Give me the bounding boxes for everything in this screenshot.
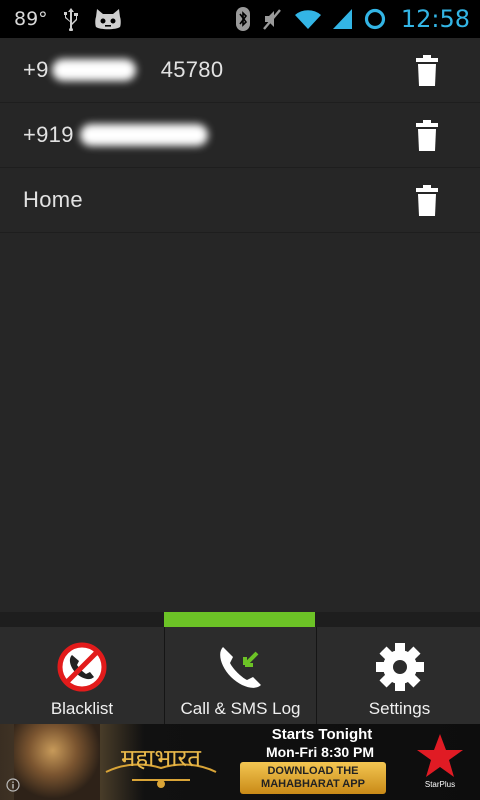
bottom-tab-bar: Blacklist Call & SMS Log Settings — [0, 627, 480, 724]
svg-text:महाभारत: महाभारत — [121, 744, 202, 772]
android-cat-icon — [94, 7, 122, 31]
redaction-blur — [80, 124, 208, 146]
list-item[interactable]: +919 — [0, 103, 480, 168]
list-item[interactable]: +9 45780 — [0, 38, 480, 103]
temperature-text: 89° — [14, 8, 48, 30]
mute-icon — [261, 7, 283, 31]
wifi-icon — [293, 7, 323, 31]
ad-download-button[interactable]: DOWNLOAD THE MAHABHARAT APP — [240, 762, 386, 794]
signal-icon — [332, 7, 353, 31]
bluetooth-icon — [235, 6, 251, 32]
entry-number: Home — [23, 187, 83, 212]
entry-number: +919 — [23, 122, 74, 147]
info-icon[interactable] — [6, 778, 20, 792]
status-bar: 89° 12:58 — [0, 0, 480, 38]
active-tab-indicator — [164, 612, 315, 627]
trash-icon[interactable] — [415, 55, 439, 87]
tab-settings[interactable]: Settings — [316, 627, 480, 724]
tab-blacklist[interactable]: Blacklist — [0, 627, 164, 724]
clock-text: 12:58 — [400, 5, 470, 33]
blacklist-list: +9 45780 +919 Home — [0, 38, 480, 233]
ad-button-text: MAHABHARAT APP — [261, 778, 365, 790]
ad-brand-name: StarPlus — [424, 780, 456, 789]
ad-headline: Starts Tonight — [271, 726, 373, 743]
trash-icon[interactable] — [415, 185, 439, 217]
ad-character-image — [14, 724, 100, 800]
usb-icon — [62, 7, 80, 31]
ad-schedule: Mon-Fri 8:30 PM — [265, 744, 375, 760]
ad-banner[interactable]: महाभारत Starts Tonight Mon-Fri 8:30 PM D… — [0, 724, 480, 800]
blocked-phone-icon — [57, 642, 107, 692]
trash-icon[interactable] — [415, 120, 439, 152]
tab-label: Settings — [368, 699, 431, 718]
redaction-blur — [52, 59, 136, 81]
incoming-call-icon — [219, 647, 261, 688]
gear-icon — [375, 643, 424, 691]
list-item[interactable]: Home — [0, 168, 480, 233]
battery-ring-icon — [363, 7, 387, 31]
tab-label: Blacklist — [50, 699, 114, 718]
tab-call-sms-log[interactable]: Call & SMS Log — [164, 627, 316, 724]
ad-button-text: DOWNLOAD THE — [267, 765, 359, 777]
tab-label: Call & SMS Log — [180, 699, 301, 718]
mahabharat-logo: महाभारत — [105, 744, 217, 788]
